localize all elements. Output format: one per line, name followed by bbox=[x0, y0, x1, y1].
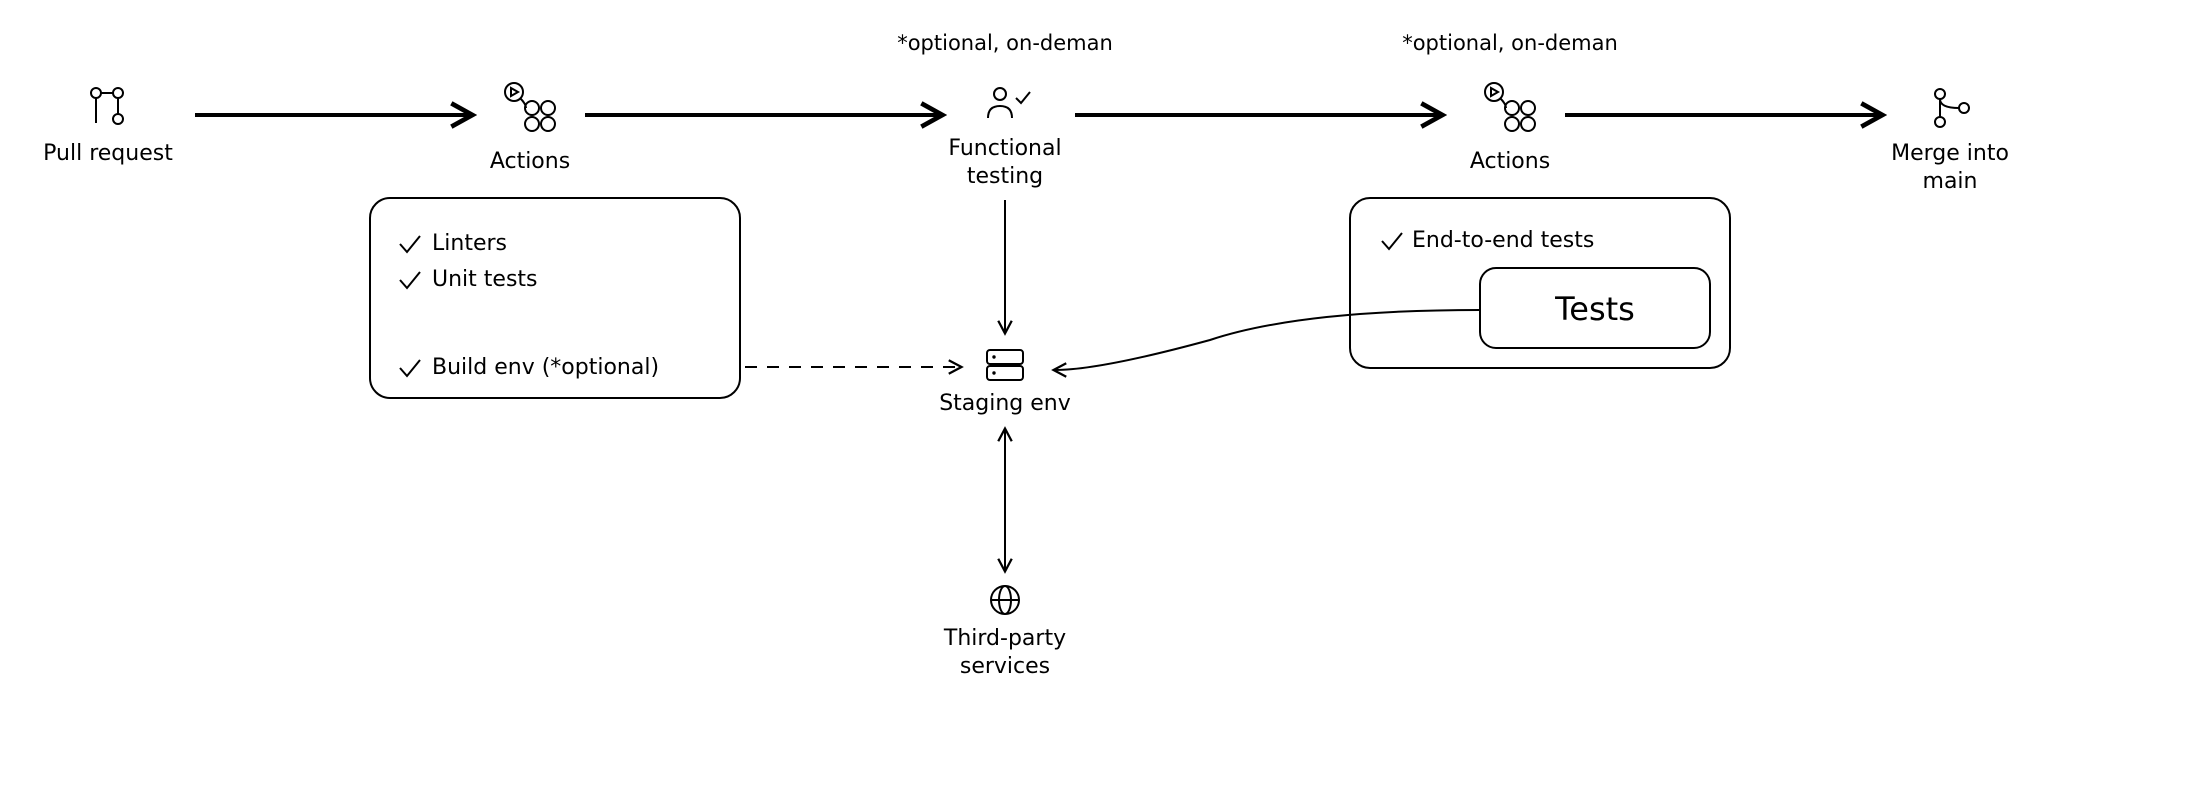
build-env-label: Build env (*optional) bbox=[432, 355, 659, 380]
workflow-icon bbox=[505, 83, 555, 131]
staging-label: Staging env bbox=[939, 391, 1071, 416]
check-icon bbox=[400, 360, 420, 376]
node-third-party: Third-party services bbox=[943, 586, 1066, 679]
node-functional-testing: Functional testing bbox=[948, 88, 1061, 189]
node-staging-env: Staging env bbox=[939, 350, 1071, 416]
actions-2-detail-box: End-to-end tests Tests bbox=[1350, 198, 1730, 368]
pull-request-label: Pull request bbox=[43, 141, 173, 166]
node-actions-1: Actions bbox=[490, 83, 570, 174]
third-party-label-2: services bbox=[960, 654, 1050, 679]
unit-tests-label: Unit tests bbox=[432, 267, 538, 292]
workflow-icon bbox=[1485, 83, 1535, 131]
actions-1-detail-box: Linters Unit tests Build env (*optional) bbox=[370, 198, 740, 398]
user-check-icon bbox=[988, 88, 1030, 118]
git-branch-icon bbox=[91, 88, 123, 124]
node-actions-2: Actions bbox=[1470, 83, 1550, 174]
pipeline-diagram: *optional, on-deman *optional, on-deman … bbox=[0, 0, 2200, 800]
annotation-optional-2: *optional, on-deman bbox=[1402, 31, 1618, 55]
merge-label-2: main bbox=[1923, 169, 1978, 194]
merge-label-1: Merge into bbox=[1891, 141, 2009, 166]
check-icon bbox=[400, 272, 420, 288]
third-party-label-1: Third-party bbox=[943, 626, 1066, 651]
arrow-e2e-to-staging bbox=[1055, 310, 1480, 370]
check-icon bbox=[400, 236, 420, 252]
e2e-label: End-to-end tests bbox=[1412, 228, 1594, 253]
node-merge: Merge into main bbox=[1891, 89, 2009, 194]
functional-label-1: Functional bbox=[948, 136, 1061, 161]
actions-2-label: Actions bbox=[1470, 149, 1550, 174]
check-icon bbox=[1382, 233, 1402, 249]
actions-1-label: Actions bbox=[490, 149, 570, 174]
git-merge-icon bbox=[1935, 89, 1969, 127]
functional-label-2: testing bbox=[967, 164, 1043, 189]
annotation-optional-1: *optional, on-deman bbox=[897, 31, 1113, 55]
globe-icon bbox=[991, 586, 1019, 614]
linters-label: Linters bbox=[432, 231, 507, 256]
node-pull-request: Pull request bbox=[43, 88, 173, 166]
tests-label: Tests bbox=[1554, 290, 1635, 328]
server-icon bbox=[987, 350, 1023, 380]
